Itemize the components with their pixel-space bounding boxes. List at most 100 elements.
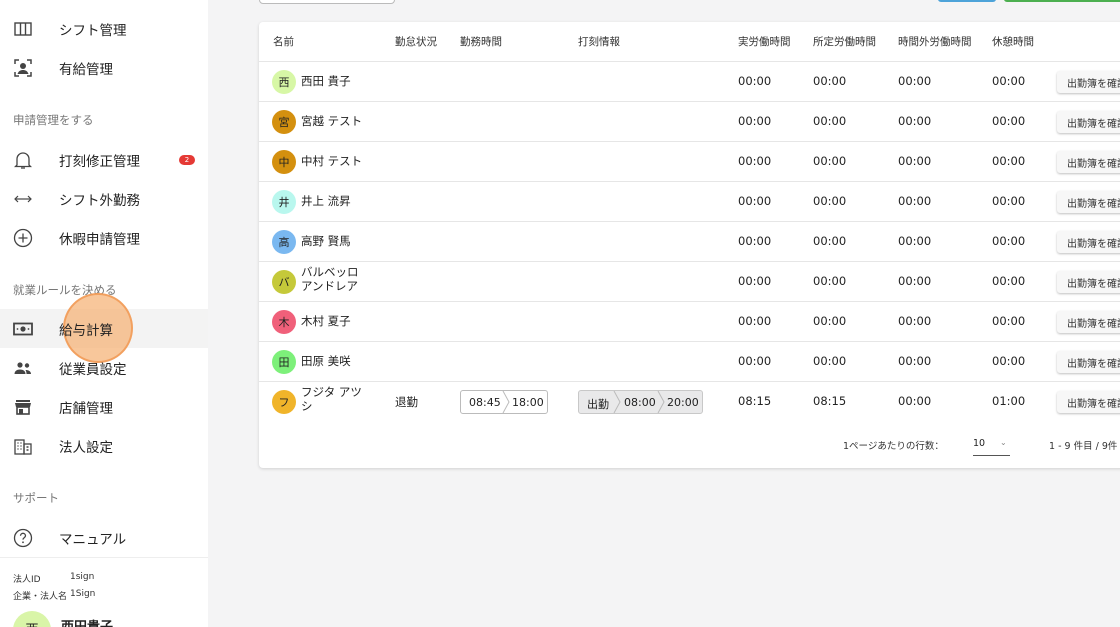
employee-avatar: 中 [272, 150, 296, 174]
actual-hours: 00:00 [738, 314, 772, 328]
user-name: 西田貴子 [61, 616, 113, 627]
overtime-hours: 00:00 [898, 234, 932, 248]
view-attendance-button[interactable]: 出勤簿を確認 [1057, 271, 1120, 293]
employee-avatar: フ [272, 390, 296, 414]
sidebar-item-shift[interactable]: シフト管理 [0, 9, 208, 48]
sidebar-item-corp[interactable]: 法人設定 [0, 426, 208, 465]
money-icon [13, 319, 33, 339]
view-attendance-button[interactable]: 出勤簿を確認 [1057, 151, 1120, 173]
rows-per-page-select[interactable]: 10 ⌄ [973, 434, 1010, 456]
view-attendance-button[interactable]: 出勤簿を確認 [1057, 391, 1120, 413]
attendance-table-card: 名前 勤怠状況 勤務時間 打刻情報 実労働時間 所定労働時間 時間外労働時間 休… [259, 22, 1120, 468]
scheduled-hours: 00:00 [813, 114, 847, 128]
actual-hours: 00:00 [738, 234, 772, 248]
overtime-hours: 00:00 [898, 394, 932, 408]
sidebar-item-employee[interactable]: 従業員設定 [0, 348, 208, 387]
overtime-hours: 00:00 [898, 274, 932, 288]
user-avatar[interactable]: 西 [13, 611, 51, 627]
actual-hours: 00:00 [738, 154, 772, 168]
building-icon [13, 436, 33, 456]
employee-name: 高野 賢馬 [301, 234, 351, 248]
table-row: 中中村 テスト 00:00 00:00 00:00 00:00 出勤簿を確認 [259, 141, 1120, 181]
scheduled-hours: 08:15 [813, 394, 847, 408]
employee-avatar: 宮 [272, 110, 296, 134]
break-time: 00:00 [992, 354, 1026, 368]
sidebar-item-label: 店舗管理 [59, 400, 113, 417]
bell-icon [13, 150, 33, 170]
person-frame-icon [13, 58, 33, 78]
horizontal-arrows-icon [13, 189, 33, 209]
table-row: ババルベッロ アンドレア 00:00 00:00 00:00 00:00 出勤簿を確認 [259, 261, 1120, 301]
notification-badge: 2 [179, 155, 195, 165]
break-time: 00:00 [992, 74, 1026, 88]
sidebar-item-off-shift[interactable]: シフト外勤務 [0, 179, 208, 218]
sidebar-item-label: マニュアル [59, 531, 127, 548]
view-attendance-button[interactable]: 出勤簿を確認 [1057, 231, 1120, 253]
sidebar-item-paid-leave[interactable]: 有給管理 [0, 48, 208, 87]
sidebar-item-label: 従業員設定 [59, 361, 127, 378]
break-time: 00:00 [992, 154, 1026, 168]
employee-name: 木村 夏子 [301, 314, 351, 328]
sidebar-item-manual[interactable]: マニュアル [0, 518, 208, 557]
stamp-info-range[interactable]: 出勤 08:00 20:00 [578, 390, 703, 414]
section-label-support: サポート [13, 491, 59, 505]
top-blue-button[interactable] [938, 0, 996, 2]
sidebar-divider [0, 557, 208, 558]
scheduled-hours: 00:00 [813, 194, 847, 208]
table-row: 高高野 賢馬 00:00 00:00 00:00 00:00 出勤簿を確認 [259, 221, 1120, 261]
overtime-hours: 00:00 [898, 354, 932, 368]
employee-name: 宮越 テスト [301, 114, 363, 128]
employee-avatar: 高 [272, 230, 296, 254]
sidebar-item-leave-request[interactable]: 休暇申請管理 [0, 218, 208, 257]
overtime-hours: 00:00 [898, 314, 932, 328]
overtime-hours: 00:00 [898, 194, 932, 208]
rows-per-page-value: 10 [973, 438, 986, 449]
employee-name: バルベッロ アンドレア [301, 265, 359, 293]
work-start: 08:45 [469, 396, 501, 409]
sidebar-item-store[interactable]: 店舗管理 [0, 387, 208, 426]
top-green-button[interactable] [1004, 0, 1120, 2]
stamp-end: 20:00 [667, 396, 699, 409]
header-status: 勤怠状況 [395, 36, 437, 48]
calendar-columns-icon [13, 19, 33, 39]
chevron-right-icon [657, 390, 665, 414]
sidebar-item-payroll[interactable]: 給与計算 [0, 293, 208, 363]
corp-id: 法人ID 1sign [13, 572, 95, 585]
actual-hours: 00:00 [738, 274, 772, 288]
view-attendance-button[interactable]: 出勤簿を確認 [1057, 71, 1120, 93]
employee-avatar: 田 [272, 350, 296, 374]
top-filter-button[interactable] [259, 0, 395, 4]
store-icon [13, 397, 33, 417]
header-work-time: 勤務時間 [460, 36, 502, 48]
overtime-hours: 00:00 [898, 154, 932, 168]
overtime-hours: 00:00 [898, 74, 932, 88]
scheduled-hours: 00:00 [813, 274, 847, 288]
overtime-hours: 00:00 [898, 114, 932, 128]
employee-name: フジタ アツシ [301, 385, 362, 413]
view-attendance-button[interactable]: 出勤簿を確認 [1057, 351, 1120, 373]
view-attendance-button[interactable]: 出勤簿を確認 [1057, 111, 1120, 133]
sidebar-item-label: 打刻修正管理 [59, 153, 140, 170]
view-attendance-button[interactable]: 出勤簿を確認 [1057, 311, 1120, 333]
employee-name: 中村 テスト [301, 154, 363, 168]
actual-hours: 00:00 [738, 354, 772, 368]
employee-avatar: 西 [272, 70, 296, 94]
view-attendance-button[interactable]: 出勤簿を確認 [1057, 191, 1120, 213]
help-circle-icon [13, 528, 33, 548]
scheduled-hours: 00:00 [813, 234, 847, 248]
sidebar-item-label: 休暇申請管理 [59, 231, 140, 248]
employee-name: 西田 貴子 [301, 74, 351, 88]
chevron-right-icon [613, 390, 621, 414]
sidebar-item-label: シフト外勤務 [59, 192, 140, 209]
sidebar-item-label: 給与計算 [59, 322, 113, 339]
sidebar-item-stamp-fix[interactable]: 打刻修正管理 2 [0, 140, 208, 179]
header-overtime-hours: 時間外労働時間 [898, 36, 972, 48]
work-time-range[interactable]: 08:45 18:00 [460, 390, 548, 414]
header-break-time: 休憩時間 [992, 36, 1034, 48]
break-time: 01:00 [992, 394, 1026, 408]
table-row: 田田原 美咲 00:00 00:00 00:00 00:00 出勤簿を確認 [259, 341, 1120, 381]
scheduled-hours: 00:00 [813, 354, 847, 368]
pagination-range: 1 - 9 件目 / 9件 [1049, 441, 1118, 452]
employee-avatar: 木 [272, 310, 296, 334]
break-time: 00:00 [992, 274, 1026, 288]
